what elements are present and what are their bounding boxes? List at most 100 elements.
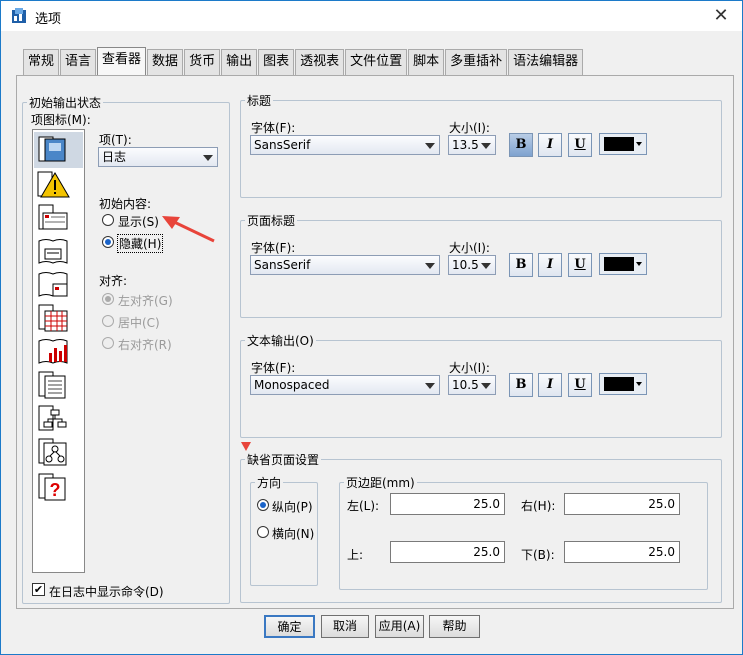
text-output-italic-button[interactable]: I — [538, 373, 562, 397]
hide-radio[interactable] — [102, 236, 114, 248]
tab-charts[interactable]: 图表 — [258, 49, 295, 75]
margin-left-input[interactable]: 25.0 — [390, 493, 505, 515]
text-output-legend: 文本输出(O) — [247, 334, 314, 348]
title-bar: 选项 ✕ — [1, 1, 742, 31]
align-right-label: 右对齐(R) — [118, 338, 172, 352]
color-swatch — [604, 257, 634, 271]
title-font-label: 字体(F): — [251, 121, 296, 135]
tab-output[interactable]: 输出 — [221, 49, 258, 75]
text-output-bold-button[interactable]: B — [509, 373, 533, 397]
text-output-size-select[interactable]: 10.5 — [448, 375, 496, 395]
title-size-label: 大小(I): — [449, 121, 490, 135]
close-icon[interactable]: ✕ — [706, 4, 736, 28]
tab-strip: 常规 语言 查看器 数据 货币 输出 图表 透视表 文件位置 脚本 多重插补 语… — [23, 47, 584, 76]
page-title-font-select[interactable]: SansSerif — [250, 255, 440, 275]
title-italic-button[interactable]: I — [538, 133, 562, 157]
warning-icon[interactable] — [35, 170, 71, 200]
item-select[interactable]: 日志 — [98, 147, 218, 167]
show-commands-checkbox[interactable]: ✔ — [32, 583, 45, 596]
chevron-down-icon — [425, 143, 435, 149]
text-output-underline-button[interactable]: U — [568, 373, 592, 397]
color-swatch — [604, 377, 634, 391]
align-right-radio[interactable] — [102, 337, 114, 349]
title-underline-button[interactable]: U — [568, 133, 592, 157]
margin-right-input[interactable]: 25.0 — [564, 493, 680, 515]
apply-button[interactable]: 应用(A) — [375, 615, 424, 638]
notes-icon[interactable] — [35, 203, 71, 233]
margin-left-label: 左(L): — [347, 499, 380, 513]
margins-group: 页边距(mm) — [339, 474, 708, 590]
ok-button[interactable]: 确定 — [264, 615, 315, 638]
title-icon[interactable] — [35, 237, 71, 267]
log-icon[interactable] — [35, 135, 71, 165]
title-bold-button[interactable]: B — [509, 133, 533, 157]
page-title-legend: 页面标题 — [247, 214, 296, 228]
tab-file-locations[interactable]: 文件位置 — [345, 49, 408, 75]
landscape-radio[interactable] — [257, 526, 269, 538]
title-font-select[interactable]: SansSerif — [250, 135, 440, 155]
chevron-down-icon — [425, 263, 435, 269]
page-title-color-picker[interactable] — [599, 253, 647, 275]
tree-model-icon[interactable] — [35, 404, 71, 434]
window-title: 选项 — [35, 12, 62, 27]
item-icon-list[interactable]: ? — [32, 129, 85, 573]
tab-currency[interactable]: 货币 — [184, 49, 221, 75]
text-output-font-select[interactable]: Monospaced — [250, 375, 440, 395]
show-radio[interactable] — [102, 214, 114, 226]
page-title-icon[interactable] — [35, 270, 71, 300]
chevron-down-icon — [481, 263, 491, 269]
chevron-down-icon — [481, 143, 491, 149]
show-label: 显示(S) — [118, 215, 159, 229]
tab-data[interactable]: 数据 — [147, 49, 184, 75]
page-title-italic-button[interactable]: I — [538, 253, 562, 277]
align-label: 对齐: — [99, 274, 128, 288]
show-commands-label: 在日志中显示命令(D) — [49, 585, 164, 599]
text-output-size-label: 大小(I): — [449, 361, 490, 375]
tab-scripts[interactable]: 脚本 — [408, 49, 445, 75]
orientation-legend: 方向 — [257, 476, 282, 490]
pivot-table-icon[interactable] — [35, 303, 71, 333]
help-button[interactable]: 帮助 — [429, 615, 480, 638]
margin-top-label: 上: — [347, 548, 364, 562]
unknown-object-icon[interactable]: ? — [35, 472, 71, 502]
title-size-select[interactable]: 13.5 — [448, 135, 496, 155]
portrait-radio[interactable] — [257, 499, 269, 511]
chevron-down-icon — [636, 262, 642, 266]
text-output-font-value: Monospaced — [254, 378, 330, 392]
options-dialog: 选项 ✕ 常规 语言 查看器 数据 货币 输出 图表 透视表 文件位置 脚本 多… — [0, 0, 743, 655]
margin-bottom-input[interactable]: 25.0 — [564, 541, 680, 563]
align-center-radio[interactable] — [102, 315, 114, 327]
item-label: 项(T): — [99, 133, 132, 147]
page-title-size-select[interactable]: 10.5 — [448, 255, 496, 275]
tab-multiple-imputation[interactable]: 多重插补 — [445, 49, 508, 75]
page-title-font-label: 字体(F): — [251, 241, 296, 255]
text-output-icon[interactable] — [35, 370, 71, 400]
tab-general[interactable]: 常规 — [23, 49, 60, 75]
page-title-bold-button[interactable]: B — [509, 253, 533, 277]
margins-legend: 页边距(mm) — [346, 476, 415, 490]
align-left-radio[interactable] — [102, 293, 114, 305]
initial-content-label: 初始内容: — [99, 197, 152, 211]
page-title-size-value: 10.5 — [452, 258, 479, 272]
tab-pivot-tables[interactable]: 透视表 — [295, 49, 345, 75]
title-color-picker[interactable] — [599, 133, 647, 155]
page-title-underline-button[interactable]: U — [568, 253, 592, 277]
margin-bottom-label: 下(B): — [521, 548, 555, 562]
chart-icon[interactable] — [35, 337, 71, 367]
tab-viewer[interactable]: 查看器 — [97, 47, 147, 76]
chevron-down-icon — [425, 383, 435, 389]
portrait-label: 纵向(P) — [272, 500, 313, 514]
text-output-color-picker[interactable] — [599, 373, 647, 395]
align-center-label: 居中(C) — [118, 316, 160, 330]
model-icon[interactable] — [35, 437, 71, 467]
tab-language[interactable]: 语言 — [60, 49, 97, 75]
initial-output-legend: 初始输出状态 — [29, 96, 102, 110]
tab-syntax-editor[interactable]: 语法编辑器 — [508, 49, 584, 75]
margin-right-label: 右(H): — [521, 499, 556, 513]
title-legend: 标题 — [247, 94, 272, 108]
svg-text:?: ? — [50, 480, 61, 500]
margin-top-input[interactable]: 25.0 — [390, 541, 505, 563]
cancel-button[interactable]: 取消 — [321, 615, 369, 638]
title-size-value: 13.5 — [452, 138, 479, 152]
chevron-down-icon — [636, 382, 642, 386]
